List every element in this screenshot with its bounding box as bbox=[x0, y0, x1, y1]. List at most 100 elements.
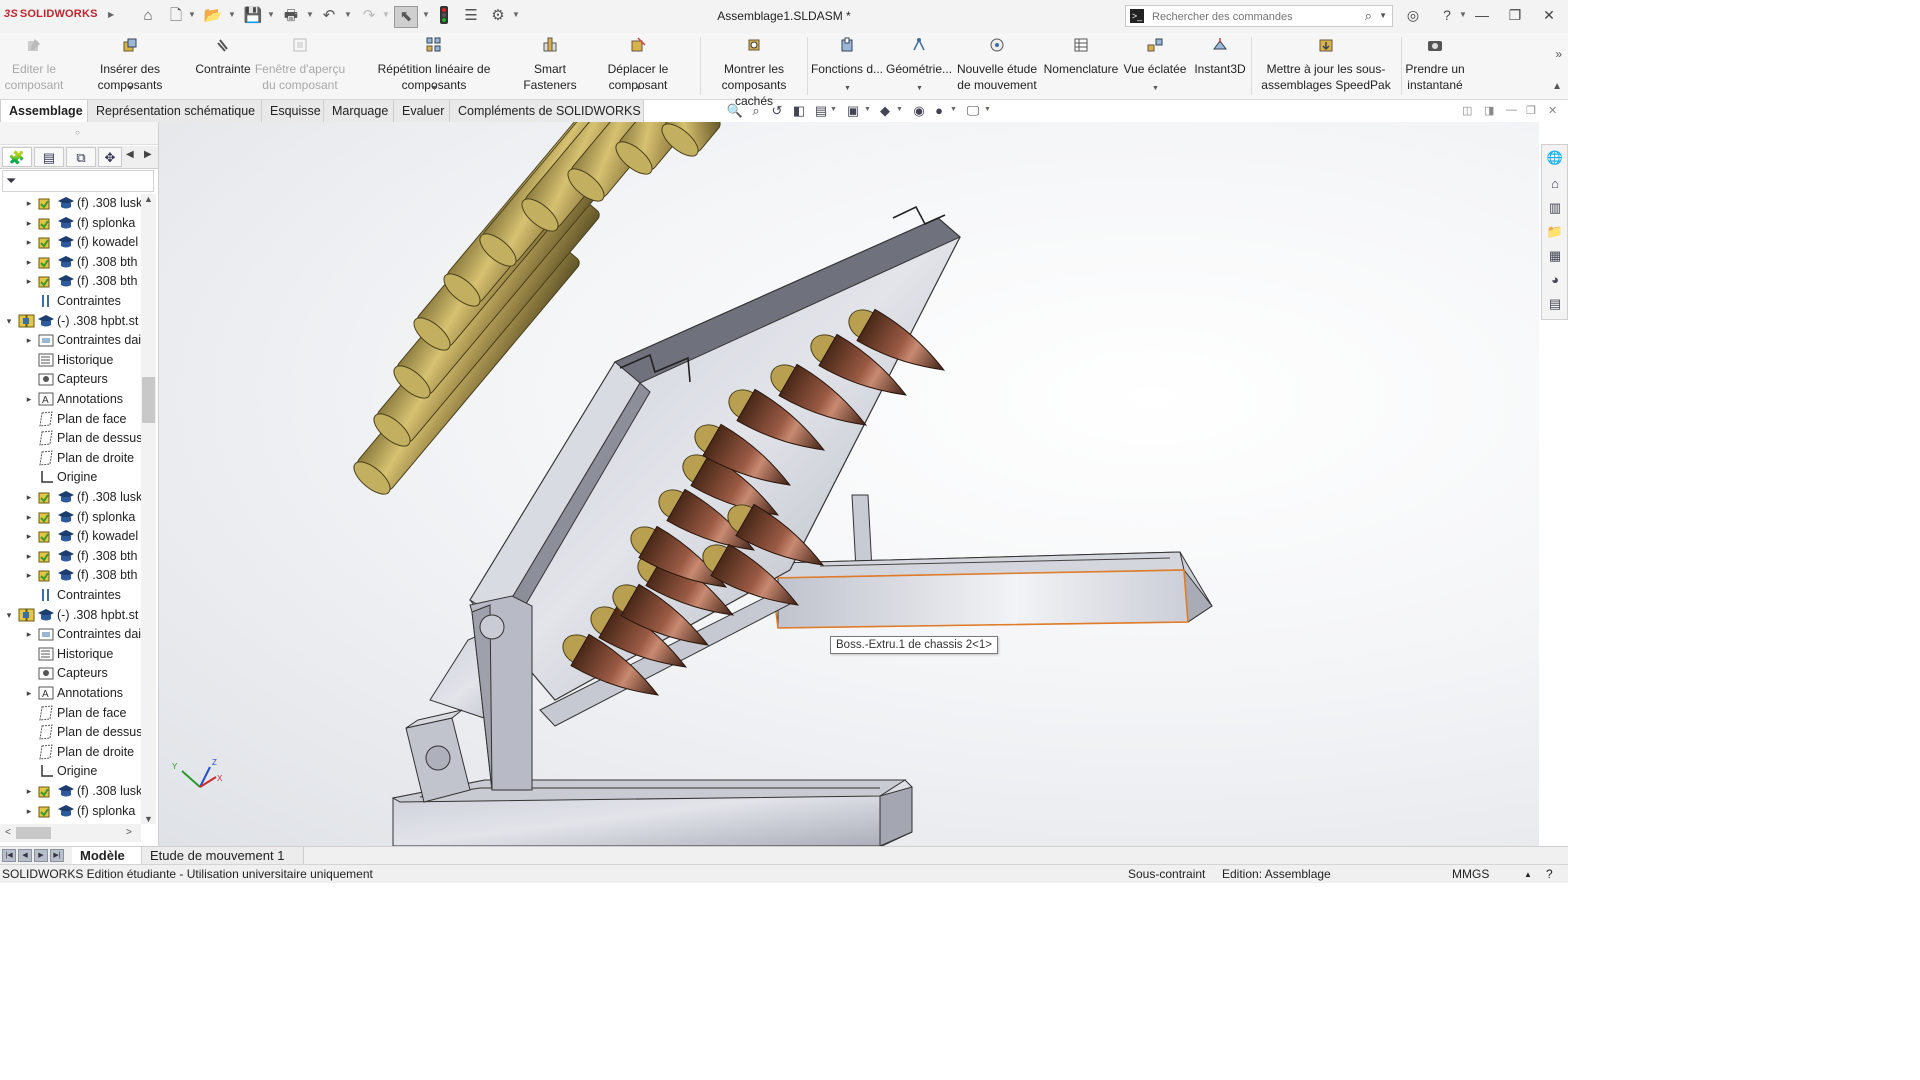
tree-row[interactable]: Contraintes bbox=[0, 586, 141, 605]
rear-strut[interactable] bbox=[851, 494, 873, 571]
tree-row[interactable]: ▾ (-) .308 hpbt.st bbox=[0, 312, 141, 331]
take-snapshot-button[interactable]: Prendre un instantané bbox=[1402, 33, 1468, 99]
expand-arrow-icon[interactable]: ▸ bbox=[24, 332, 34, 349]
reference-geometry-button[interactable]: Géométrie... ▼ bbox=[886, 33, 952, 99]
tabs-left-arrow-icon[interactable]: ◀ bbox=[126, 149, 134, 160]
new-motion-study-button[interactable]: Nouvelle étude de mouvement bbox=[954, 33, 1040, 99]
home-icon[interactable]: ⌂ bbox=[1546, 175, 1564, 193]
tree-row[interactable]: ▾ (-) .308 hpbt.st bbox=[0, 606, 141, 625]
insert-components-button[interactable]: Insérer des composants ▼ bbox=[68, 33, 192, 99]
expand-arrow-icon[interactable]: ▸ bbox=[24, 509, 34, 526]
solidworks-resources-globe-icon[interactable]: 🌐 bbox=[1546, 149, 1564, 167]
view-orientation-icon[interactable]: ▣ bbox=[844, 102, 862, 120]
tree-row[interactable]: ▸ (f) .308 lusk bbox=[0, 194, 141, 213]
tabs-right-arrow-icon[interactable]: ▶ bbox=[144, 149, 152, 160]
save-dropdown-icon[interactable]: ▼ bbox=[267, 10, 275, 19]
property-manager-tab-icon[interactable]: ▤ bbox=[34, 147, 64, 167]
tree-row[interactable]: ▸ (f) splonka bbox=[0, 508, 141, 527]
zoom-to-fit-icon[interactable]: 🔍 bbox=[726, 102, 744, 120]
traffic-light-icon[interactable] bbox=[433, 6, 455, 26]
tree-row[interactable]: Plan de dessus bbox=[0, 723, 141, 742]
panel-grip-icon[interactable]: ○ bbox=[75, 128, 80, 137]
expand-arrow-icon[interactable]: ▸ bbox=[24, 783, 34, 800]
hscroll-thumb[interactable] bbox=[16, 827, 51, 839]
minimize-icon[interactable]: — bbox=[1472, 7, 1492, 23]
linear-pattern-dropdown-icon[interactable]: ▼ bbox=[431, 81, 438, 97]
expand-arrow-icon[interactable]: ▸ bbox=[24, 528, 34, 545]
ribbon-collapse-icon[interactable]: ▲ bbox=[1552, 81, 1562, 92]
expand-arrow-icon[interactable]: ▸ bbox=[24, 803, 34, 820]
assembly-features-button[interactable]: Fonctions d... ▼ bbox=[810, 33, 884, 99]
tree-row[interactable]: Plan de droite bbox=[0, 449, 141, 468]
tab-motion-study[interactable]: Etude de mouvement 1 bbox=[142, 847, 304, 865]
scroll-thumb[interactable] bbox=[142, 377, 155, 423]
base-rail-bottom[interactable] bbox=[391, 779, 913, 846]
tree-row[interactable]: ▸ Contraintes dai bbox=[0, 331, 141, 350]
help-icon[interactable]: ? bbox=[1437, 7, 1457, 23]
tree-vertical-scrollbar[interactable]: ▲ ▼ bbox=[141, 194, 156, 824]
open-dropdown-icon[interactable]: ▼ bbox=[228, 10, 236, 19]
tree-row[interactable]: Historique bbox=[0, 645, 141, 664]
print-dropdown-icon[interactable]: ▼ bbox=[306, 10, 314, 19]
new-dropdown-icon[interactable]: ▼ bbox=[188, 10, 196, 19]
expand-arrow-icon[interactable]: ▸ bbox=[24, 234, 34, 251]
first-tab-arrow-icon[interactable]: |◀ bbox=[2, 849, 16, 862]
tree-row[interactable]: Capteurs bbox=[0, 664, 141, 683]
next-tab-arrow-icon[interactable]: ▶ bbox=[34, 849, 48, 862]
assembly-features-dropdown-icon[interactable]: ▼ bbox=[844, 81, 851, 97]
tree-row[interactable]: Contraintes bbox=[0, 292, 141, 311]
status-units-button[interactable]: MMGS bbox=[1452, 867, 1489, 881]
options-gear-icon[interactable]: ⚙ bbox=[487, 6, 509, 26]
scroll-right-arrow-icon[interactable]: > bbox=[126, 827, 132, 838]
select-dropdown-icon[interactable]: ▼ bbox=[422, 10, 430, 19]
tree-row[interactable]: Origine bbox=[0, 762, 141, 781]
solidworks-logo[interactable]: 3S SOLIDWORKS bbox=[4, 8, 98, 20]
viewport-tile-right-icon[interactable]: ◨ bbox=[1484, 104, 1494, 117]
reference-geometry-dropdown-icon[interactable]: ▼ bbox=[916, 81, 923, 97]
edit-appearance-icon[interactable]: ● bbox=[930, 102, 948, 120]
linear-component-pattern-button[interactable]: Répétition linéaire de composants ▼ bbox=[346, 33, 522, 99]
tree-row[interactable]: ▸ (f) .308 bth bbox=[0, 566, 141, 585]
scroll-left-arrow-icon[interactable]: < bbox=[5, 827, 11, 838]
view-settings-dropdown-icon[interactable]: ▼ bbox=[984, 106, 991, 113]
open-icon[interactable]: 📂 bbox=[202, 6, 224, 26]
last-tab-arrow-icon[interactable]: ▶| bbox=[50, 849, 64, 862]
tree-row[interactable]: Historique bbox=[0, 351, 141, 370]
tab-modele[interactable]: Modèle bbox=[72, 847, 142, 865]
expand-arrow-icon[interactable]: ▸ bbox=[24, 273, 34, 290]
new-document-icon[interactable]: 🗋 bbox=[165, 6, 187, 26]
chassis-2-selected-bar[interactable] bbox=[771, 551, 1213, 629]
custom-properties-icon[interactable]: ▤ bbox=[1546, 295, 1564, 313]
section-view-icon[interactable]: ◧ bbox=[790, 102, 808, 120]
configuration-manager-tab-icon[interactable]: ⧉ bbox=[66, 147, 96, 167]
expand-arrow-icon[interactable]: ▸ bbox=[24, 215, 34, 232]
tree-row[interactable]: Plan de face bbox=[0, 410, 141, 429]
tree-row[interactable]: ▸ (f) .308 bth bbox=[0, 272, 141, 291]
view-dropdown-icon[interactable]: ▼ bbox=[830, 106, 837, 113]
tab-marquage[interactable]: Marquage bbox=[324, 100, 394, 122]
tree-row[interactable]: Origine bbox=[0, 468, 141, 487]
tree-row[interactable]: ▸ A Annotations bbox=[0, 390, 141, 409]
display-style-icon[interactable]: ◆ bbox=[876, 102, 894, 120]
tree-filter[interactable]: ⏷ bbox=[2, 170, 154, 192]
units-dropdown-icon[interactable]: ▲ bbox=[1524, 870, 1532, 879]
insert-components-dropdown-icon[interactable]: ▼ bbox=[127, 81, 134, 97]
expand-arrow-icon[interactable]: ▸ bbox=[24, 254, 34, 271]
instant3d-button[interactable]: Instant3D bbox=[1190, 33, 1250, 99]
tree-row[interactable]: ▸ (f) .308 lusk bbox=[0, 488, 141, 507]
tree-row[interactable]: ▸ (f) kowadel bbox=[0, 527, 141, 546]
close-icon[interactable]: ✕ bbox=[1539, 7, 1559, 24]
bill-of-materials-button[interactable]: Nomenclature bbox=[1042, 33, 1120, 99]
file-explorer-icon[interactable]: 📁 bbox=[1546, 223, 1564, 241]
command-search-input[interactable] bbox=[1150, 8, 1359, 26]
expand-arrow-icon[interactable]: ▸ bbox=[24, 567, 34, 584]
tab-complements-solidworks[interactable]: Compléments de SOLIDWORKS bbox=[450, 100, 644, 122]
viewport-close-icon[interactable]: ✕ bbox=[1548, 104, 1557, 117]
expand-arrow-icon[interactable]: ▸ bbox=[24, 195, 34, 212]
view-palette-icon[interactable]: ▦ bbox=[1546, 247, 1564, 265]
tab-representation-schematique[interactable]: Représentation schématique bbox=[88, 100, 262, 122]
tree-horizontal-scrollbar[interactable]: < > bbox=[0, 824, 141, 842]
ribbon-more-chevron-icon[interactable]: » bbox=[1555, 47, 1562, 61]
viewport-tile-left-icon[interactable]: ◫ bbox=[1462, 104, 1472, 117]
smart-fasteners-button[interactable]: Smart Fasteners bbox=[522, 33, 578, 99]
